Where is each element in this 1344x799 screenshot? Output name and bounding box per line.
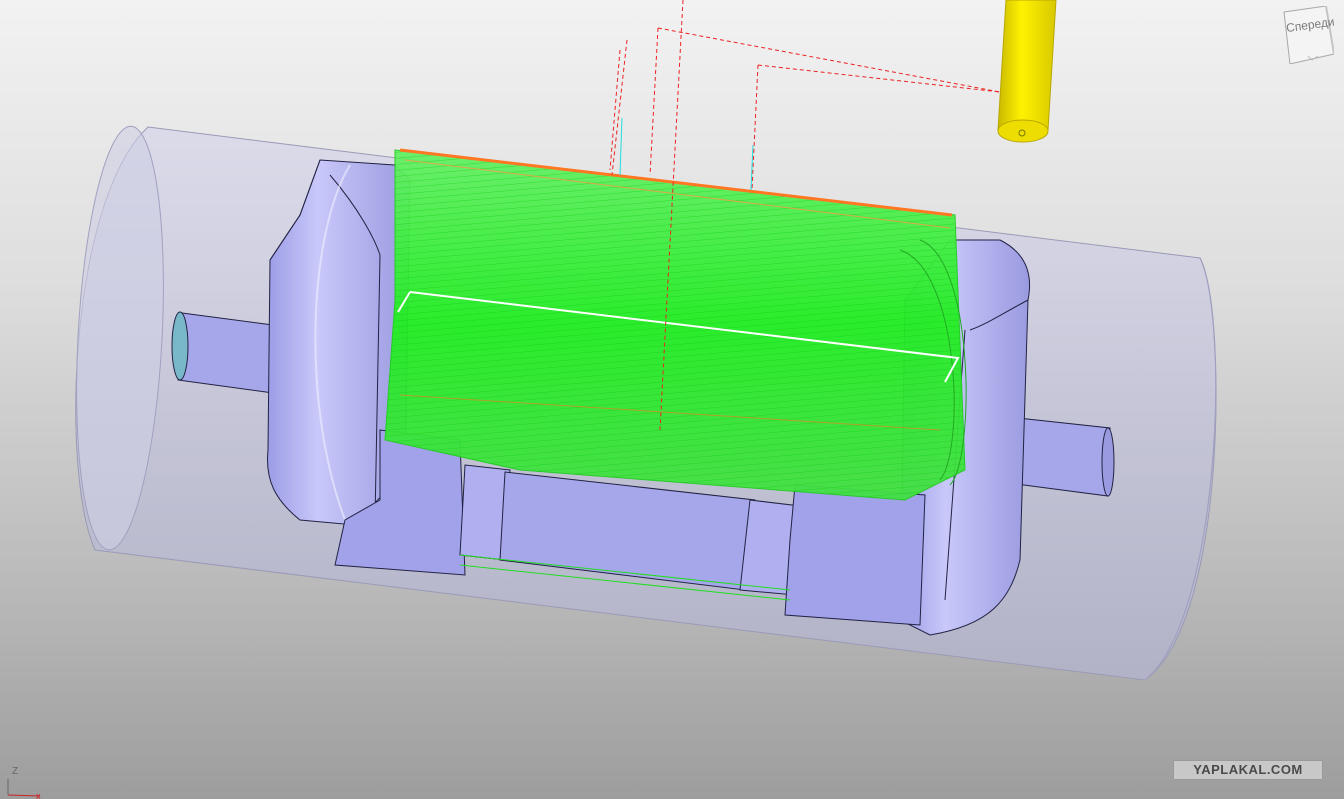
right-shaft[interactable] bbox=[1015, 417, 1115, 497]
svg-text:x: x bbox=[36, 791, 41, 799]
axis-z-label: Z bbox=[12, 766, 19, 777]
end-mill-tool-icon[interactable] bbox=[997, 0, 1057, 143]
cad-scene[interactable] bbox=[0, 0, 1344, 799]
graphics-viewport[interactable]: Спереди x Z YAPLAKAL.COM bbox=[0, 0, 1344, 799]
watermark-logo: YAPLAKAL.COM bbox=[1173, 760, 1323, 780]
